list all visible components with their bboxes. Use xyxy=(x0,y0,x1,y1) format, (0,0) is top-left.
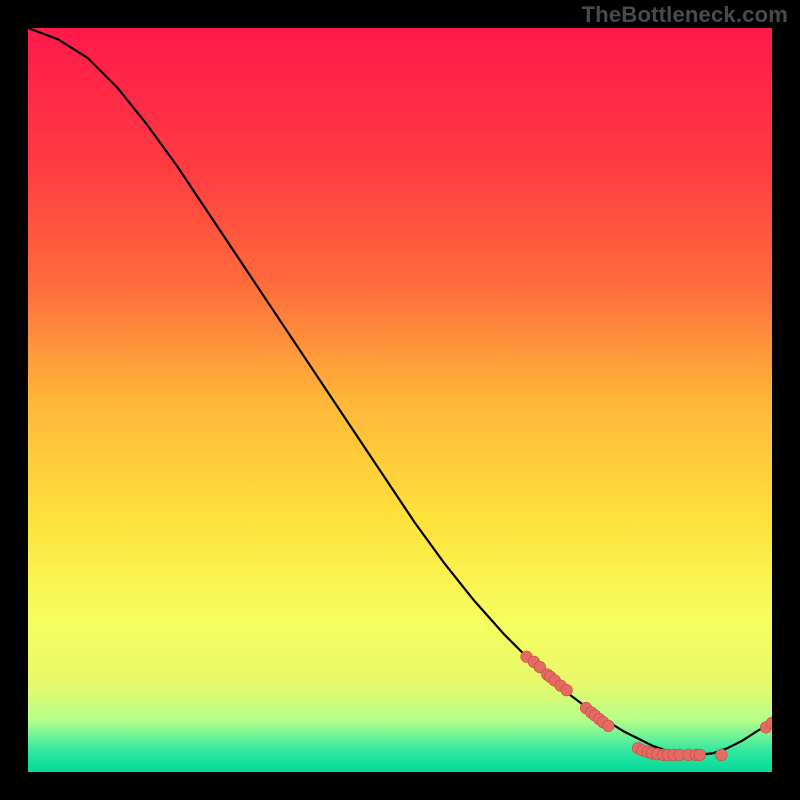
gradient-background xyxy=(28,28,772,772)
chart-container: TheBottleneck.com xyxy=(0,0,800,800)
data-point xyxy=(603,720,615,732)
data-point xyxy=(694,749,706,761)
chart-svg xyxy=(28,28,772,772)
watermark-text: TheBottleneck.com xyxy=(582,2,788,28)
data-point xyxy=(561,684,573,696)
plot-area xyxy=(28,28,772,772)
data-point xyxy=(716,749,728,761)
